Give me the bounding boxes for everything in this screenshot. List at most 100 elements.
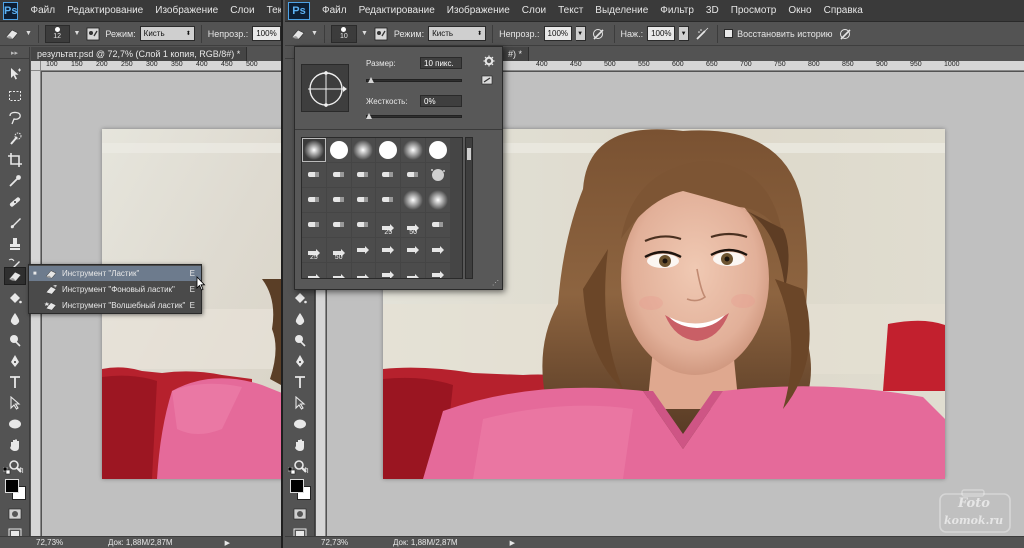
tools-grip-icon[interactable]: ▸▸ — [0, 47, 29, 59]
brush-preset[interactable]: 30 — [326, 263, 351, 278]
brush-preset[interactable] — [425, 238, 450, 262]
hardness-slider-thumb[interactable] — [366, 113, 372, 119]
brush-preset[interactable] — [351, 163, 376, 187]
flyout-item-background-eraser[interactable]: Инструмент "Фоновый ластик" E — [29, 282, 201, 297]
brush-preset[interactable] — [425, 213, 450, 237]
gear-icon[interactable] — [483, 55, 495, 69]
presets-scrollbar[interactable] — [465, 137, 473, 279]
mode-select[interactable]: Кисть ⬍ — [428, 26, 487, 41]
brush-preset[interactable] — [326, 163, 351, 187]
menu-edit[interactable]: Редактирование — [61, 5, 149, 16]
size-slider-thumb[interactable] — [367, 77, 374, 83]
paint-bucket-tool-icon[interactable] — [289, 289, 311, 307]
airbrush-icon[interactable] — [693, 25, 711, 43]
zoom-level[interactable]: 72,73% — [321, 538, 381, 547]
marquee-tool-icon[interactable] — [4, 87, 26, 105]
brush-chevron-down-icon[interactable]: ▼ — [74, 30, 81, 37]
brush-preset[interactable] — [351, 138, 376, 162]
clone-stamp-tool-icon[interactable] — [4, 235, 26, 253]
foreground-color-swatch[interactable] — [5, 479, 19, 493]
brush-preset[interactable] — [401, 163, 425, 187]
swap-colors-icon[interactable]: ↰ — [18, 466, 25, 475]
brush-preset[interactable] — [302, 213, 326, 237]
brush-preset[interactable]: 30 — [351, 263, 376, 278]
brush-preset[interactable] — [326, 213, 351, 237]
crop-tool-icon[interactable] — [4, 151, 26, 169]
ellipse-tool-icon[interactable] — [4, 415, 26, 433]
mode-select[interactable]: Кисть ⬍ — [139, 26, 195, 41]
blur-tool-icon[interactable] — [289, 310, 311, 328]
lasso-tool-icon[interactable] — [4, 109, 26, 127]
pressure-opacity-icon[interactable] — [590, 25, 608, 43]
brush-preset[interactable] — [351, 238, 376, 262]
preset-chevron-down-icon[interactable]: ▼ — [25, 30, 32, 37]
menu-view[interactable]: Просмотр — [725, 5, 783, 16]
hardness-slider[interactable] — [366, 115, 462, 118]
menu-image[interactable]: Изображение — [149, 5, 224, 16]
brush-preset[interactable] — [376, 263, 401, 278]
brush-preset[interactable] — [425, 188, 450, 212]
ruler-origin[interactable] — [31, 61, 41, 71]
erase-to-history-checkbox[interactable] — [724, 29, 734, 38]
eraser-tool-icon[interactable] — [4, 267, 26, 285]
brush-chevron-down-icon[interactable]: ▼ — [361, 30, 368, 37]
brush-preset[interactable] — [425, 263, 450, 278]
size-slider[interactable] — [366, 79, 462, 82]
path-selection-tool-icon[interactable] — [289, 394, 311, 412]
brush-angle-preview[interactable] — [301, 64, 349, 112]
brush-preset[interactable] — [351, 188, 376, 212]
menu-select[interactable]: Выделение — [589, 5, 654, 16]
hardness-input[interactable]: 0% — [420, 95, 462, 107]
menu-help[interactable]: Справка — [818, 5, 869, 16]
brush-preset[interactable] — [376, 188, 401, 212]
brush-preset[interactable]: 25 — [376, 213, 401, 237]
brush-panel-toggle-icon[interactable] — [372, 25, 390, 43]
menu-file[interactable]: Файл — [316, 5, 353, 16]
menu-edit[interactable]: Редактирование — [353, 5, 441, 16]
zoom-level[interactable]: 72,73% — [36, 538, 96, 547]
menu-layers[interactable]: Слои — [224, 5, 260, 16]
brush-preset[interactable] — [376, 163, 401, 187]
brush-preset[interactable] — [376, 138, 401, 162]
eyedropper-tool-icon[interactable] — [4, 172, 26, 190]
pen-tool-icon[interactable] — [289, 352, 311, 370]
brush-size-preview[interactable]: 12 — [44, 24, 70, 43]
quick-mask-icon[interactable] — [289, 505, 311, 523]
type-tool-icon[interactable] — [289, 373, 311, 391]
dodge-tool-icon[interactable] — [289, 331, 311, 349]
dodge-tool-icon[interactable] — [4, 331, 26, 349]
brush-tool-icon[interactable] — [4, 214, 26, 232]
menu-image[interactable]: Изображение — [441, 5, 516, 16]
pen-tool-icon[interactable] — [4, 352, 26, 370]
pressure-size-icon[interactable] — [837, 25, 855, 43]
flow-input[interactable]: 100% — [647, 26, 676, 41]
flyout-item-eraser[interactable]: ■ Инструмент "Ластик" E — [29, 266, 201, 281]
opacity-input[interactable]: 100% — [543, 26, 572, 41]
opacity-input[interactable]: 100% — [252, 26, 281, 41]
brush-preset[interactable]: 36 — [302, 263, 326, 278]
brush-preset[interactable]: 9 — [401, 263, 425, 278]
scrollbar-thumb[interactable] — [467, 148, 471, 160]
menu-file[interactable]: Файл — [24, 5, 61, 16]
quick-mask-icon[interactable] — [4, 505, 26, 523]
status-menu-arrow-icon[interactable]: ▶ — [225, 539, 230, 547]
healing-brush-tool-icon[interactable] — [4, 193, 26, 211]
status-menu-arrow-icon[interactable]: ▶ — [510, 539, 515, 547]
document-tab[interactable]: результат.psd @ 72,7% (Слой 1 копия, RGB… — [31, 47, 248, 61]
menu-text[interactable]: Текст — [552, 5, 589, 16]
ellipse-tool-icon[interactable] — [289, 415, 311, 433]
new-preset-icon[interactable] — [481, 75, 493, 87]
brush-preset[interactable] — [401, 238, 425, 262]
preset-chevron-down-icon[interactable]: ▼ — [311, 30, 318, 37]
hand-tool-icon[interactable] — [4, 436, 26, 454]
swap-colors-icon[interactable]: ↰ — [303, 466, 310, 475]
paint-bucket-tool-icon[interactable] — [4, 289, 26, 307]
brush-preset[interactable] — [401, 188, 425, 212]
blur-tool-icon[interactable] — [4, 310, 26, 328]
brush-preset[interactable] — [326, 188, 351, 212]
default-colors-icon[interactable] — [2, 466, 11, 475]
menu-layers[interactable]: Слои — [516, 5, 552, 16]
flyout-item-magic-eraser[interactable]: Инструмент "Волшебный ластик" E — [29, 298, 201, 313]
size-input[interactable]: 10 пикс. — [420, 57, 462, 69]
brush-preset[interactable] — [401, 138, 425, 162]
